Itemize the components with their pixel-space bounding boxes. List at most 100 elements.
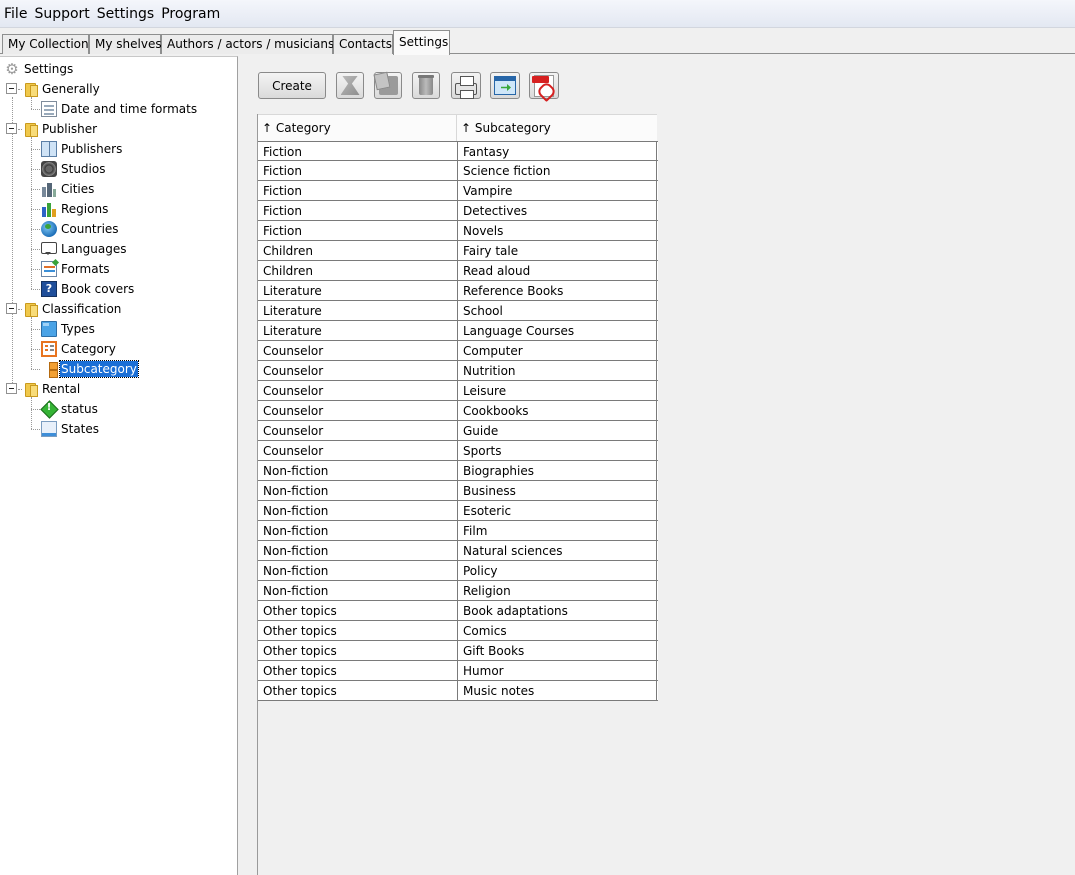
table-row[interactable]: Non-fiction Esoteric xyxy=(258,501,658,521)
menu-support[interactable]: Support xyxy=(34,6,89,22)
cut-icon xyxy=(340,76,360,95)
collapse-toggle[interactable] xyxy=(6,123,17,134)
cut-button[interactable] xyxy=(336,72,364,99)
progress-icon xyxy=(41,421,57,437)
tree-node-settings[interactable]: ⚙ Settings xyxy=(4,59,74,79)
collapse-toggle[interactable] xyxy=(6,83,17,94)
table-row[interactable]: Non-fiction Natural sciences xyxy=(258,541,658,561)
tree-node-generally[interactable]: Generally xyxy=(22,79,101,99)
folder-icon xyxy=(22,301,38,317)
tree-node-rental[interactable]: Rental xyxy=(22,379,81,399)
tree-connector xyxy=(31,149,40,150)
column-header-subcategory[interactable]: ↑ Subcategory xyxy=(457,115,657,142)
tab-my-shelves[interactable]: My shelves xyxy=(89,34,162,54)
tree-node-category[interactable]: Category xyxy=(41,339,117,359)
cell-subcategory: Reference Books xyxy=(458,281,657,300)
cell-subcategory: Sports xyxy=(458,441,657,460)
tree-connector xyxy=(31,109,40,110)
table-row[interactable]: Children Fairy tale xyxy=(258,241,658,261)
table-row[interactable]: Fiction Vampire xyxy=(258,181,658,201)
document-icon xyxy=(41,101,57,117)
tree-node-classification[interactable]: Classification xyxy=(22,299,122,319)
table-row[interactable]: Literature School xyxy=(258,301,658,321)
cell-subcategory: Nutrition xyxy=(458,361,657,380)
table-row[interactable]: Literature Reference Books xyxy=(258,281,658,301)
cell-category: Children xyxy=(258,241,458,260)
tree-node-types[interactable]: Types xyxy=(41,319,96,339)
cell-subcategory: Religion xyxy=(458,581,657,600)
table-row[interactable]: Counselor Guide xyxy=(258,421,658,441)
pdf-export-button[interactable] xyxy=(529,72,559,99)
city-icon xyxy=(41,181,57,197)
tree-node-subcategory[interactable]: Subcategory xyxy=(47,359,139,379)
tree-node-publisher[interactable]: Publisher xyxy=(22,119,98,139)
print-button[interactable] xyxy=(451,72,481,99)
tree-node-states[interactable]: States xyxy=(41,419,100,439)
collapse-toggle[interactable] xyxy=(6,303,17,314)
tree-connector xyxy=(31,429,40,430)
table-row[interactable]: Counselor Computer xyxy=(258,341,658,361)
cell-category: Literature xyxy=(258,301,458,320)
tree-node-publishers[interactable]: Publishers xyxy=(41,139,123,159)
tab-authors[interactable]: Authors / actors / musicians xyxy=(161,34,334,54)
gear-icon: ⚙ xyxy=(5,60,19,78)
table-row[interactable]: Counselor Cookbooks xyxy=(258,401,658,421)
table-row[interactable]: Other topics Humor xyxy=(258,661,658,681)
delete-button[interactable] xyxy=(412,72,440,99)
cell-subcategory: Gift Books xyxy=(458,641,657,660)
table-row[interactable]: Fiction Detectives xyxy=(258,201,658,221)
tree-node-languages[interactable]: Languages xyxy=(41,239,127,259)
tab-contacts[interactable]: Contacts xyxy=(333,34,393,54)
export-button[interactable] xyxy=(490,72,520,99)
table-row[interactable]: Non-fiction Policy xyxy=(258,561,658,581)
table-row[interactable]: Non-fiction Film xyxy=(258,521,658,541)
menu-file[interactable]: File xyxy=(4,6,27,22)
table-row[interactable]: Other topics Music notes xyxy=(258,681,658,701)
table-row[interactable]: Non-fiction Business xyxy=(258,481,658,501)
table-row[interactable]: Literature Language Courses xyxy=(258,321,658,341)
settings-tree[interactable]: ⚙ Settings Generally Date and time forma… xyxy=(0,56,238,875)
tree-node-status[interactable]: status xyxy=(41,399,99,419)
cell-subcategory: Leisure xyxy=(458,381,657,400)
copy-button[interactable] xyxy=(374,72,402,99)
cell-subcategory: Cookbooks xyxy=(458,401,657,420)
table-row[interactable]: Fiction Novels xyxy=(258,221,658,241)
tree-node-regions[interactable]: Regions xyxy=(41,199,109,219)
table-header: ↑ Category ↑ Subcategory xyxy=(258,114,657,142)
table-row[interactable]: Other topics Book adaptations xyxy=(258,601,658,621)
tree-connector xyxy=(31,229,40,230)
tree-node-cities[interactable]: Cities xyxy=(41,179,95,199)
menu-program[interactable]: Program xyxy=(161,6,220,22)
tree-node-studios[interactable]: Studios xyxy=(41,159,106,179)
cell-subcategory: Humor xyxy=(458,661,657,680)
app-window: File Support Settings Program My Collect… xyxy=(0,0,1075,875)
tree-node-date-time-formats[interactable]: Date and time formats xyxy=(41,99,198,119)
table-row[interactable]: Other topics Comics xyxy=(258,621,658,641)
column-header-category[interactable]: ↑ Category xyxy=(258,115,457,142)
table-row[interactable]: Fiction Fantasy xyxy=(258,141,658,161)
table-row[interactable]: Counselor Leisure xyxy=(258,381,658,401)
tree-node-book-covers[interactable]: ? Book covers xyxy=(41,279,135,299)
menu-settings[interactable]: Settings xyxy=(97,6,154,22)
tree-connector xyxy=(12,97,13,389)
collapse-toggle[interactable] xyxy=(6,383,17,394)
table-row[interactable]: Counselor Nutrition xyxy=(258,361,658,381)
table-row[interactable]: Children Read aloud xyxy=(258,261,658,281)
trash-icon xyxy=(418,74,434,95)
table-row[interactable]: Other topics Gift Books xyxy=(258,641,658,661)
tree-label: Publishers xyxy=(61,142,123,156)
cell-category: Fiction xyxy=(258,161,458,180)
tree-node-formats[interactable]: Formats xyxy=(41,259,111,279)
tree-label: Settings xyxy=(24,62,74,76)
create-button[interactable]: Create xyxy=(258,72,326,99)
category-icon xyxy=(41,341,57,357)
tree-node-countries[interactable]: Countries xyxy=(41,219,120,239)
tree-label: Category xyxy=(61,342,116,356)
tree-label-selected: Subcategory xyxy=(59,360,139,378)
table-row[interactable]: Fiction Science fiction xyxy=(258,161,658,181)
table-row[interactable]: Non-fiction Biographies xyxy=(258,461,658,481)
tab-settings[interactable]: Settings xyxy=(393,30,450,55)
tab-my-collection[interactable]: My Collection xyxy=(2,34,89,54)
table-row[interactable]: Counselor Sports xyxy=(258,441,658,461)
table-row[interactable]: Non-fiction Religion xyxy=(258,581,658,601)
